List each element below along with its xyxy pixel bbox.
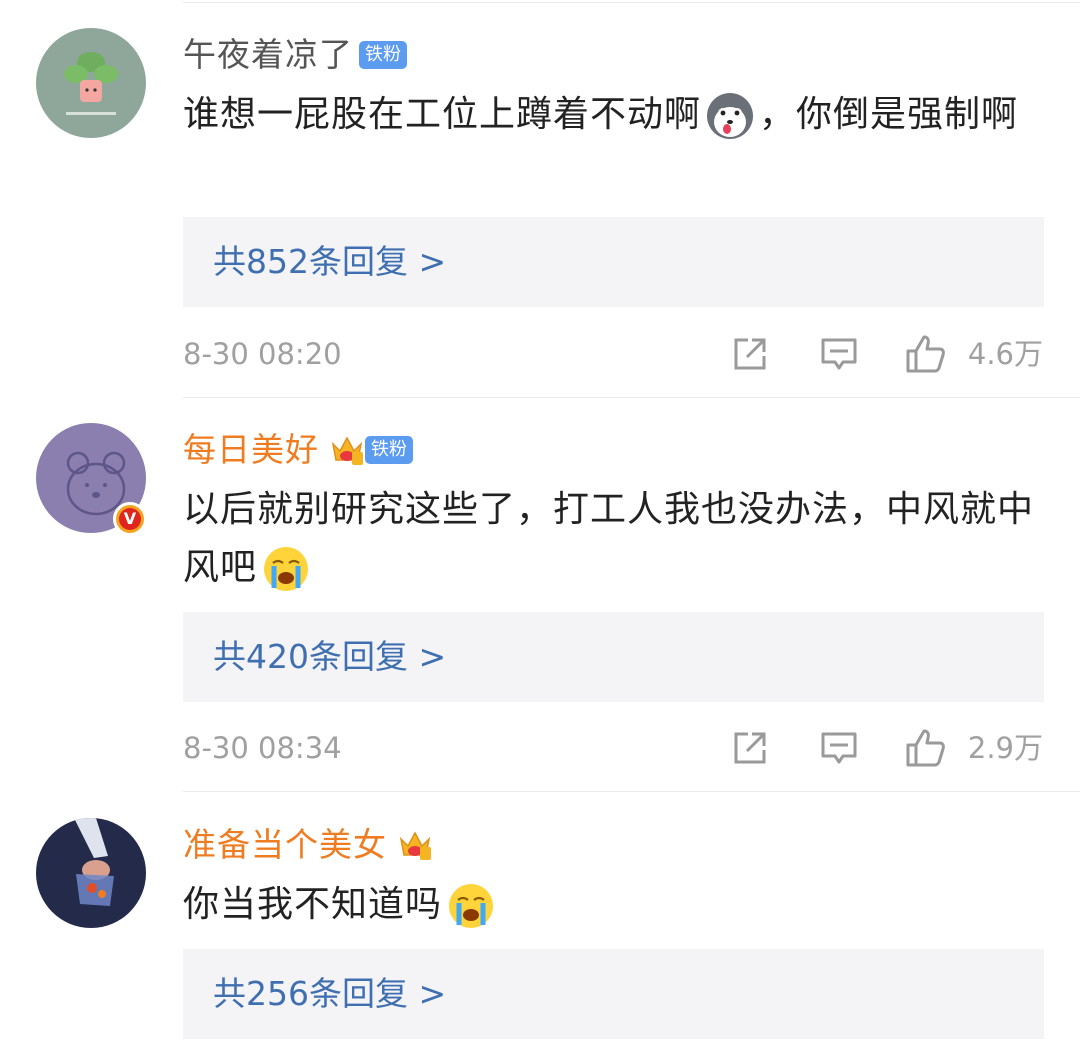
comment-text: 以后就别研究这些了，打工人我也没办法，中风就中风吧 [183,481,1053,597]
name-row: 准备当个美女 [183,823,433,867]
name-row: 每日美好 铁粉 [183,428,413,472]
reply-box[interactable]: 共852条回复 > [183,217,1044,307]
name-row: 午夜着凉了 铁粉 [183,33,407,77]
comment-text: 谁想一屁股在工位上蹲着不动啊 ，你倒是强制啊 [183,86,1053,144]
timestamp: 8-30 08:34 [183,731,342,765]
like-count[interactable]: 2.9万 [968,724,1043,772]
username[interactable]: 午夜着凉了 [183,33,353,77]
verified-letter: V [119,508,141,530]
husky-dog-emoji [707,93,754,139]
share-icon[interactable] [730,334,770,374]
comment-text-part: 谁想一屁股在工位上蹲着不动啊 [183,94,702,135]
action-bar: 8-30 08:34 2.9万 [183,724,1043,772]
avatar[interactable] [36,28,146,138]
hands-avatar-icon [36,818,146,928]
comment-icon[interactable] [819,334,859,374]
action-bar: 8-30 08:20 4.6万 [183,330,1043,378]
comment-text-part: 你当我不知道吗 [183,884,443,925]
avatar[interactable] [36,818,146,928]
timestamp: 8-30 08:20 [183,337,342,371]
like-icon[interactable] [905,334,947,374]
crown-icon [399,831,431,860]
reply-box[interactable]: 共420条回复 > [183,612,1044,702]
fan-badge[interactable]: 铁粉 [359,41,407,69]
reply-box[interactable]: 共256条回复 > [183,949,1044,1039]
like-count[interactable]: 4.6万 [968,330,1043,378]
crying-face-emoji [449,884,494,928]
crown-icon [331,436,363,465]
fan-badge[interactable]: 铁粉 [365,436,413,464]
plant-avatar-icon [36,28,146,138]
share-icon[interactable] [730,728,770,768]
reply-link[interactable]: 共420条回复 > [213,612,446,702]
username[interactable]: 准备当个美女 [183,823,387,867]
reply-link[interactable]: 共256条回复 > [213,949,446,1039]
crying-face-emoji [264,547,309,591]
verified-badge: V [113,502,147,536]
reply-link[interactable]: 共852条回复 > [213,217,446,307]
divider [183,2,1080,3]
like-icon[interactable] [905,728,947,768]
comment-text-part: ，你倒是强制啊 [759,94,1019,135]
comment-icon[interactable] [819,728,859,768]
comment-text: 你当我不知道吗 [183,876,1053,934]
divider [183,791,1080,792]
divider [183,397,1080,398]
username[interactable]: 每日美好 [183,428,319,472]
